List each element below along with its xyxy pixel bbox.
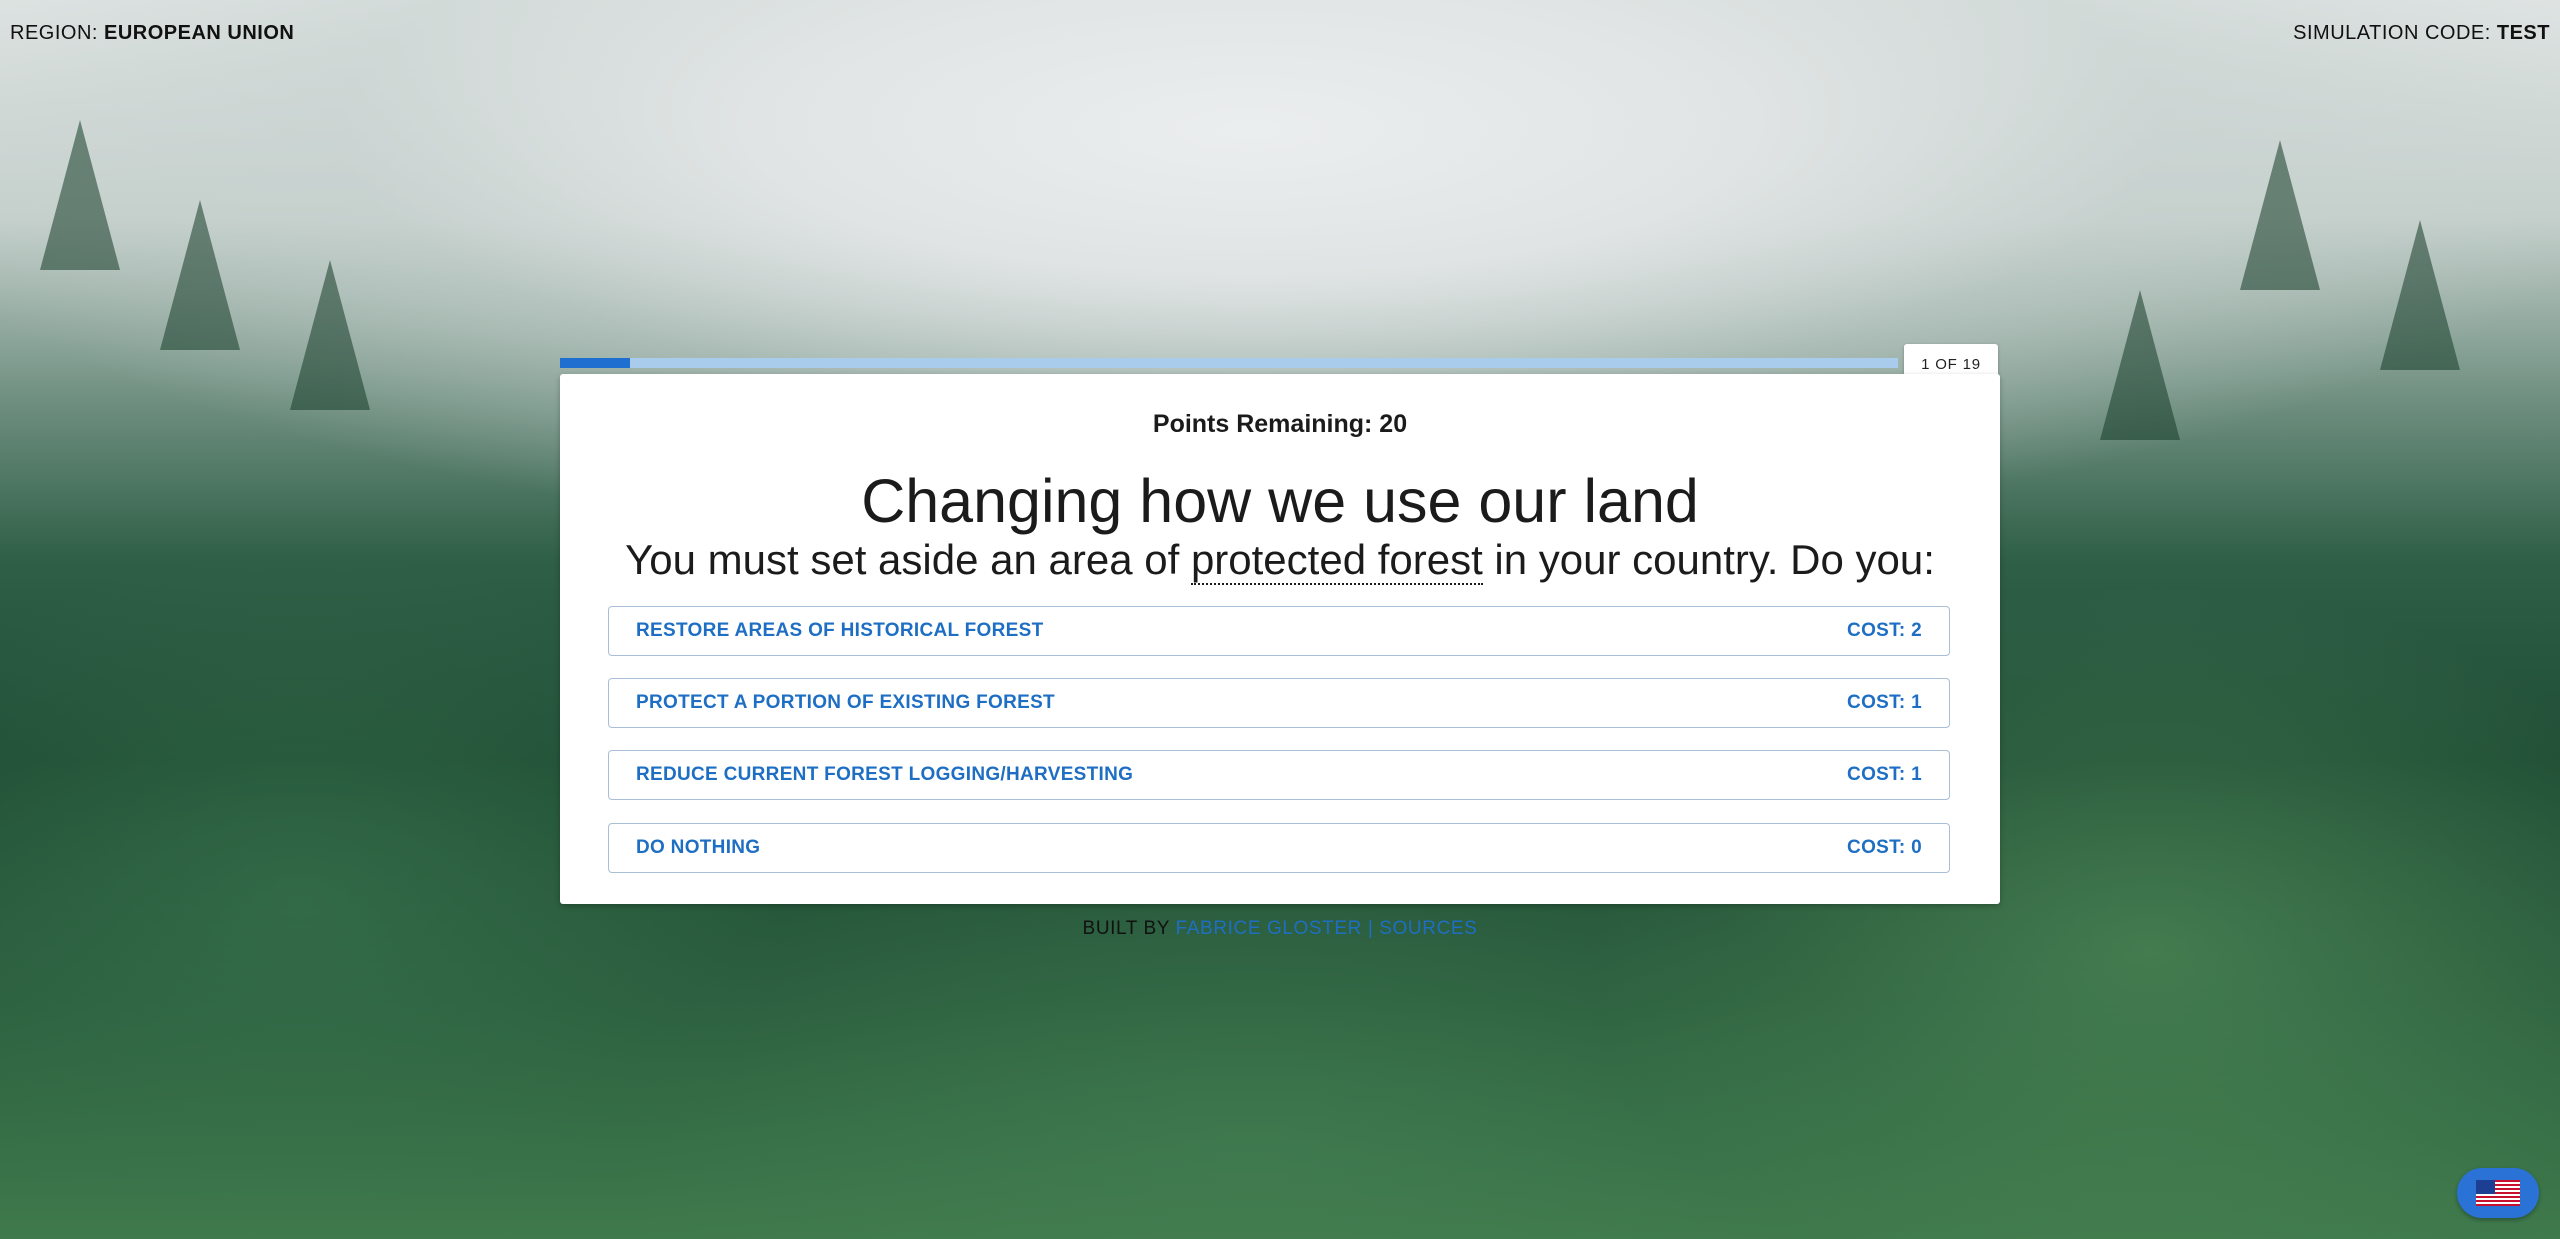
region-indicator: REGION: EUROPEAN UNION	[10, 22, 294, 45]
tree-silhouette	[2100, 290, 2180, 440]
footer-built-by: BUILT BY	[1082, 918, 1176, 939]
question-title: Changing how we use our land	[861, 467, 1699, 535]
question-text-after: in your country. Do you:	[1482, 536, 1935, 583]
option-cost: COST: 0	[1847, 837, 1922, 858]
option-label: RESTORE AREAS OF HISTORICAL FOREST	[636, 620, 1044, 641]
option-cost: COST: 1	[1847, 692, 1922, 713]
region-label: REGION:	[10, 22, 98, 44]
option-do-nothing[interactable]: DO NOTHING COST: 0	[608, 823, 1950, 873]
simulation-code-label: SIMULATION CODE:	[2293, 22, 2491, 44]
option-label: REDUCE CURRENT FOREST LOGGING/HARVESTING	[636, 764, 1134, 785]
footer: BUILT BY FABRICE GLOSTER | SOURCES	[0, 918, 2560, 940]
option-cost: COST: 1	[1847, 764, 1922, 785]
simulation-code-value: TEST	[2496, 22, 2550, 44]
tree-silhouette	[2240, 140, 2320, 290]
footer-separator: |	[1361, 918, 1380, 939]
option-cost: COST: 2	[1847, 620, 1922, 641]
option-restore-historical-forest[interactable]: RESTORE AREAS OF HISTORICAL FOREST COST:…	[608, 606, 1950, 656]
tree-silhouette	[40, 120, 120, 270]
option-label: DO NOTHING	[636, 837, 761, 858]
protected-forest-term[interactable]: protected forest	[1190, 536, 1483, 585]
option-protect-existing-forest[interactable]: PROTECT A PORTION OF EXISTING FOREST COS…	[608, 678, 1950, 728]
question-card: Points Remaining: 20 Changing how we use…	[560, 374, 2000, 904]
region-value: EUROPEAN UNION	[104, 22, 295, 44]
progress-bar	[560, 358, 1898, 368]
progress-bar-fill	[560, 358, 630, 368]
points-remaining: Points Remaining: 20	[1152, 410, 1408, 438]
question-text-before: You must set aside an area of	[625, 536, 1191, 583]
tree-silhouette	[290, 260, 370, 410]
author-link[interactable]: FABRICE GLOSTER	[1176, 918, 1362, 939]
tree-silhouette	[2380, 220, 2460, 370]
language-button[interactable]	[2457, 1168, 2539, 1218]
simulation-code-indicator: SIMULATION CODE: TEST	[2293, 22, 2550, 45]
question-prompt: You must set aside an area of protected …	[560, 536, 2000, 585]
tree-silhouette	[160, 200, 240, 350]
option-label: PROTECT A PORTION OF EXISTING FOREST	[636, 692, 1055, 713]
us-flag-icon	[2476, 1180, 2520, 1206]
sources-link[interactable]: SOURCES	[1379, 918, 1477, 939]
option-reduce-logging[interactable]: REDUCE CURRENT FOREST LOGGING/HARVESTING…	[608, 750, 1950, 800]
